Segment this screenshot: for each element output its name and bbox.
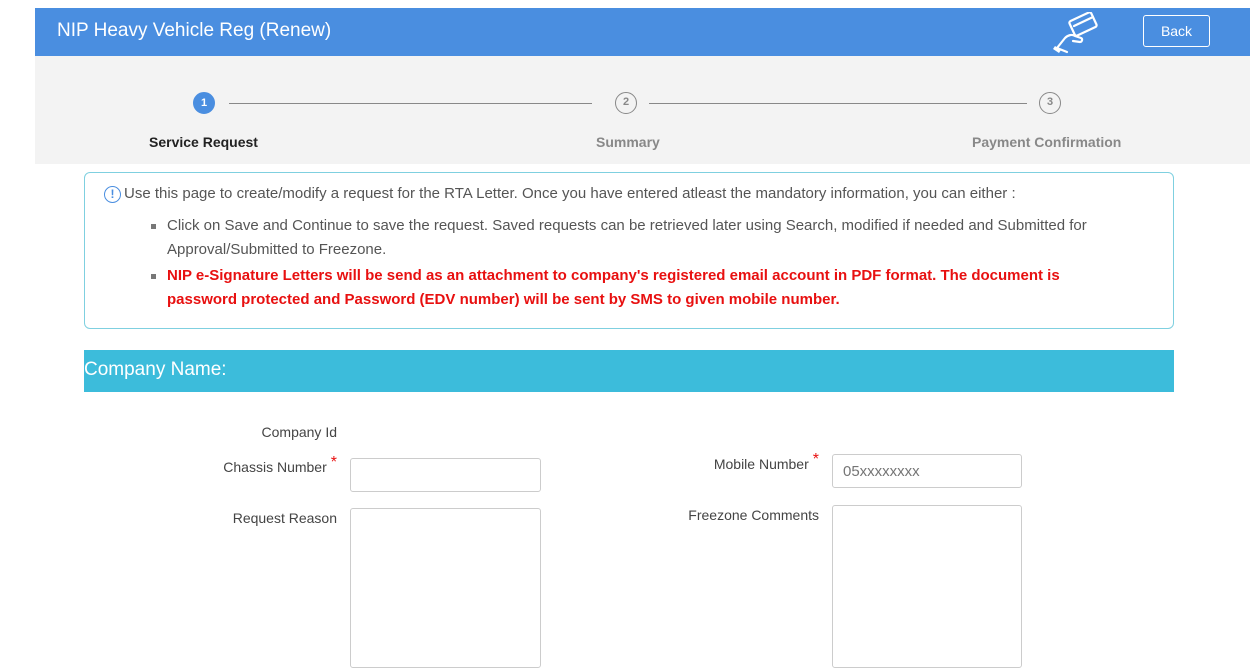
company-section-header: Company Name: [84,350,1174,392]
chassis-number-input[interactable] [350,458,541,492]
chassis-number-label: Chassis Number * [223,454,337,475]
info-bullet-signature: NIP e-Signature Letters will be send as … [151,264,1131,312]
freezone-comments-textarea[interactable] [832,505,1022,668]
info-notice: ! Use this page to create/modify a reque… [84,172,1174,329]
step-3-label: Payment Confirmation [972,134,1122,150]
mobile-number-input[interactable] [832,454,1022,488]
card-payment-icon [1053,12,1098,54]
step-3-indicator: 3 [1039,92,1061,114]
freezone-comments-label: Freezone Comments [688,507,819,523]
app-header: NIP Heavy Vehicle Reg (Renew) Back [35,8,1250,56]
request-reason-label: Request Reason [232,510,337,526]
step-2-label: Summary [596,134,660,150]
info-icon: ! [104,186,121,203]
required-mark: * [330,454,337,471]
step-connector [649,103,1027,104]
section-title: Company Name: [84,359,227,380]
step-1-indicator: 1 [193,92,215,114]
step-connector [229,103,592,104]
back-button[interactable]: Back [1143,15,1210,47]
step-1-label: Service Request [149,134,258,150]
step-2-indicator: 2 [615,92,637,114]
required-mark: * [812,451,819,468]
request-reason-textarea[interactable] [350,508,541,668]
info-bullet-save: Click on Save and Continue to save the r… [151,214,1131,262]
company-id-label: Company Id [261,424,337,440]
mobile-number-label: Mobile Number * [713,451,819,472]
page-title: NIP Heavy Vehicle Reg (Renew) [57,20,332,41]
info-intro: Use this page to create/modify a request… [124,185,1016,202]
